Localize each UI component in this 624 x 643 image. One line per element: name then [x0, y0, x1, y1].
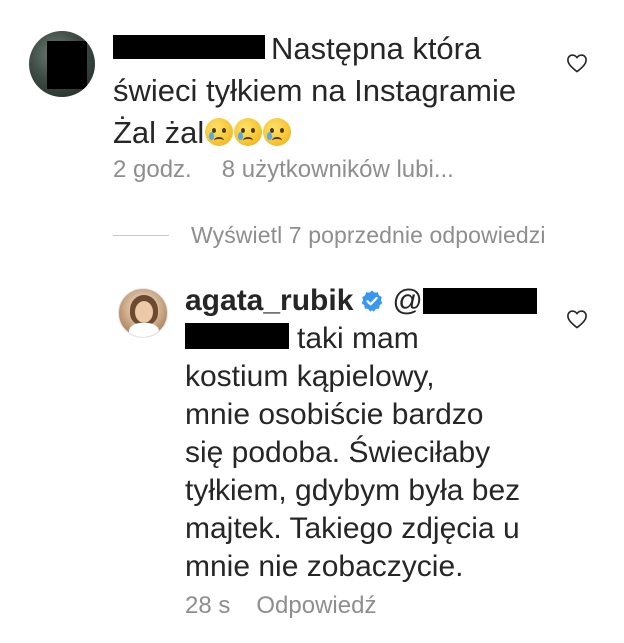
comment-line-1: Następna która	[271, 31, 482, 66]
view-replies-label[interactable]: Wyświetl 7 poprzednie odpowiedzi	[191, 222, 546, 249]
divider-line	[113, 235, 169, 236]
commenter-avatar[interactable]	[29, 31, 95, 97]
reply-text: agata_rubik @ taki mam kostium kąpielowy…	[185, 282, 545, 586]
reply-line-4: się podoba. Świeciłaby	[185, 436, 491, 469]
reply-line-6: majtek. Takiego zdjęcia u	[185, 512, 520, 545]
comment-text: Następna która świeci tyłkiem na Instagr…	[113, 28, 553, 154]
reply-meta: 28 s Odpowiedź	[185, 592, 376, 620]
comment-line-2: świeci tyłkiem na Instagramie	[113, 73, 517, 108]
reply-time: 28 s	[185, 592, 231, 619]
reply-line-7: mnie nie zobaczycie.	[185, 550, 464, 583]
mention-redaction[interactable]	[422, 288, 537, 314]
like-comment-heart-icon[interactable]	[566, 53, 588, 73]
comment-meta: 2 godz. 8 użytkowników lubi...	[113, 156, 454, 184]
avatar-redaction	[47, 41, 87, 89]
reply-line-1: taki mam	[297, 322, 419, 355]
reply-avatar[interactable]	[118, 288, 168, 338]
reply-line-5: tyłkiem, gdybym była bez	[185, 474, 521, 507]
username-redaction[interactable]	[113, 34, 265, 59]
comment-likes-link[interactable]: 8 użytkowników lubi...	[222, 156, 454, 184]
reply-line-3: mnie osobiście bardzo	[185, 398, 484, 431]
reply-body: taki mam kostium kąpielowy, mnie osobiśc…	[185, 320, 545, 586]
reply-line-2: kostium kąpielowy,	[185, 360, 435, 393]
reply-username[interactable]: agata_rubik	[185, 282, 353, 320]
like-reply-heart-icon[interactable]	[566, 309, 588, 329]
mention-at-sign[interactable]: @	[392, 282, 422, 320]
crying-face-emoji	[205, 117, 234, 146]
mention-redaction-2	[185, 323, 289, 350]
verified-badge-icon	[360, 289, 384, 313]
reply-header: agata_rubik @	[185, 282, 545, 320]
crying-face-emoji	[263, 117, 292, 146]
reply-button[interactable]: Odpowiedź	[256, 592, 376, 620]
comment-line-3: Żal żal	[113, 115, 205, 150]
comment-time: 2 godz.	[113, 156, 192, 183]
crying-face-emoji	[234, 117, 263, 146]
view-previous-replies[interactable]: Wyświetl 7 poprzednie odpowiedzi	[113, 222, 546, 249]
